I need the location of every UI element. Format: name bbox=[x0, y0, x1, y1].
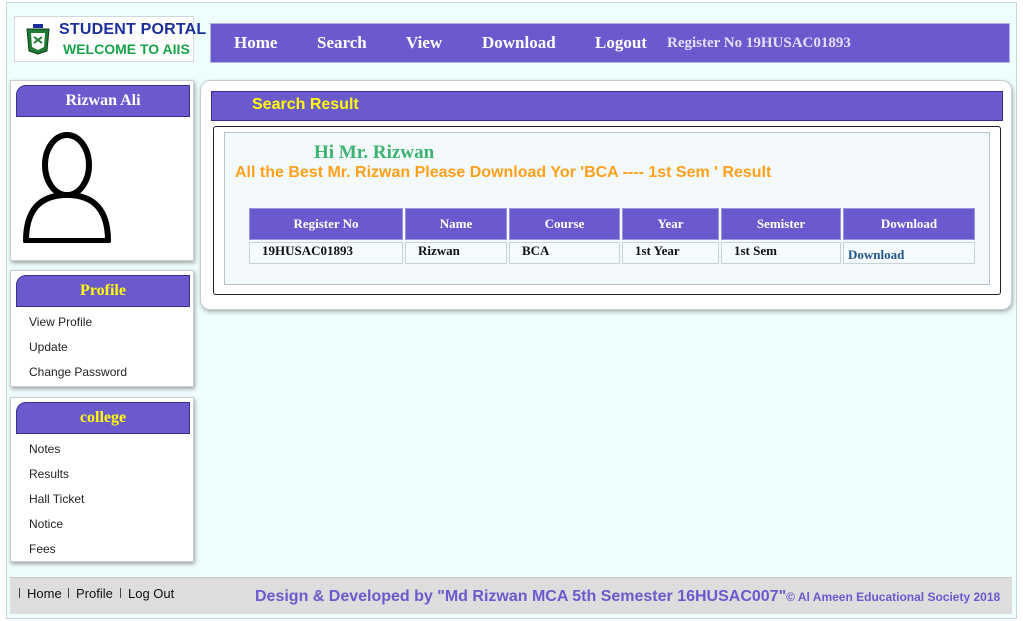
site-logo[interactable]: STUDENT PORTAL WELCOME TO AIIS bbox=[14, 16, 206, 62]
result-content: Hi Mr. Rizwan All the Best Mr. Rizwan Pl… bbox=[224, 132, 990, 285]
col-course: Course bbox=[509, 208, 620, 240]
download-result-link[interactable]: Download bbox=[848, 247, 904, 262]
footer-credit: Design & Developed by "Md Rizwan MCA 5th… bbox=[255, 588, 1000, 606]
crest-icon bbox=[26, 24, 50, 55]
link-change-password[interactable]: Change Password bbox=[29, 365, 127, 390]
col-register-no: Register No bbox=[249, 208, 403, 240]
search-result-title: Search Result bbox=[252, 96, 359, 113]
table-header-row: Register No Name Course Year Semister Do… bbox=[249, 208, 975, 240]
footer-link-home[interactable]: Home bbox=[27, 586, 62, 601]
col-name: Name bbox=[405, 208, 507, 240]
credit-text: Design & Developed by "Md Rizwan MCA 5th… bbox=[255, 588, 787, 605]
search-result-card: Search Result Hi Mr. Rizwan All the Best… bbox=[200, 80, 1012, 310]
college-menu: college Notes Results Hall Ticket Notice… bbox=[10, 397, 194, 562]
col-year: Year bbox=[622, 208, 719, 240]
col-download: Download bbox=[843, 208, 975, 240]
cell-course: BCA bbox=[509, 242, 620, 264]
cell-download: Download bbox=[843, 242, 975, 264]
nav-home[interactable]: Home bbox=[234, 33, 277, 53]
copyright-text: © Al Ameen Educational Society 2018 bbox=[786, 590, 1001, 604]
nav-view[interactable]: View bbox=[406, 33, 442, 53]
nav-logout[interactable]: Logout bbox=[595, 33, 647, 53]
link-hall-ticket[interactable]: Hall Ticket bbox=[29, 492, 84, 517]
cell-name: Rizwan bbox=[405, 242, 507, 264]
link-fees[interactable]: Fees bbox=[29, 542, 84, 567]
cell-year: 1st Year bbox=[622, 242, 719, 264]
link-view-profile[interactable]: View Profile bbox=[29, 315, 127, 340]
college-menu-title: college bbox=[16, 402, 190, 434]
result-table: Register No Name Course Year Semister Do… bbox=[247, 206, 977, 266]
page-footer: Home Profile Log Out Design & Developed … bbox=[10, 577, 1012, 614]
table-row: 19HUSAC01893 Rizwan BCA 1st Year 1st Sem… bbox=[249, 242, 975, 264]
brand-subtitle: WELCOME TO AIIS bbox=[63, 41, 190, 57]
link-results[interactable]: Results bbox=[29, 467, 84, 492]
footer-separator bbox=[19, 588, 20, 598]
nav-search[interactable]: Search bbox=[317, 33, 367, 53]
link-notice[interactable]: Notice bbox=[29, 517, 84, 542]
link-notes[interactable]: Notes bbox=[29, 442, 84, 467]
user-icon bbox=[23, 132, 111, 243]
search-result-header: Search Result bbox=[211, 91, 1003, 121]
cell-register-no: 19HUSAC01893 bbox=[249, 242, 403, 264]
cell-semester: 1st Sem bbox=[721, 242, 841, 264]
link-update[interactable]: Update bbox=[29, 340, 127, 365]
result-message: All the Best Mr. Rizwan Please Download … bbox=[235, 164, 772, 181]
footer-link-logout[interactable]: Log Out bbox=[128, 586, 174, 601]
register-number: Register No 19HUSAC01893 bbox=[667, 35, 851, 51]
student-name: Rizwan Ali bbox=[16, 85, 190, 117]
profile-card: Rizwan Ali bbox=[10, 80, 194, 261]
greeting-text: Hi Mr. Rizwan bbox=[314, 142, 435, 163]
footer-separator bbox=[120, 588, 121, 598]
profile-menu: Profile View Profile Update Change Passw… bbox=[10, 270, 194, 387]
result-box: Hi Mr. Rizwan All the Best Mr. Rizwan Pl… bbox=[213, 126, 1001, 295]
footer-separator bbox=[68, 588, 69, 598]
col-semister: Semister bbox=[721, 208, 841, 240]
top-navigation: Home Search View Download Logout Registe… bbox=[210, 23, 1010, 63]
brand-title: STUDENT PORTAL bbox=[59, 21, 207, 38]
profile-menu-title: Profile bbox=[16, 275, 190, 307]
footer-link-profile[interactable]: Profile bbox=[76, 586, 113, 601]
nav-download[interactable]: Download bbox=[482, 33, 556, 53]
